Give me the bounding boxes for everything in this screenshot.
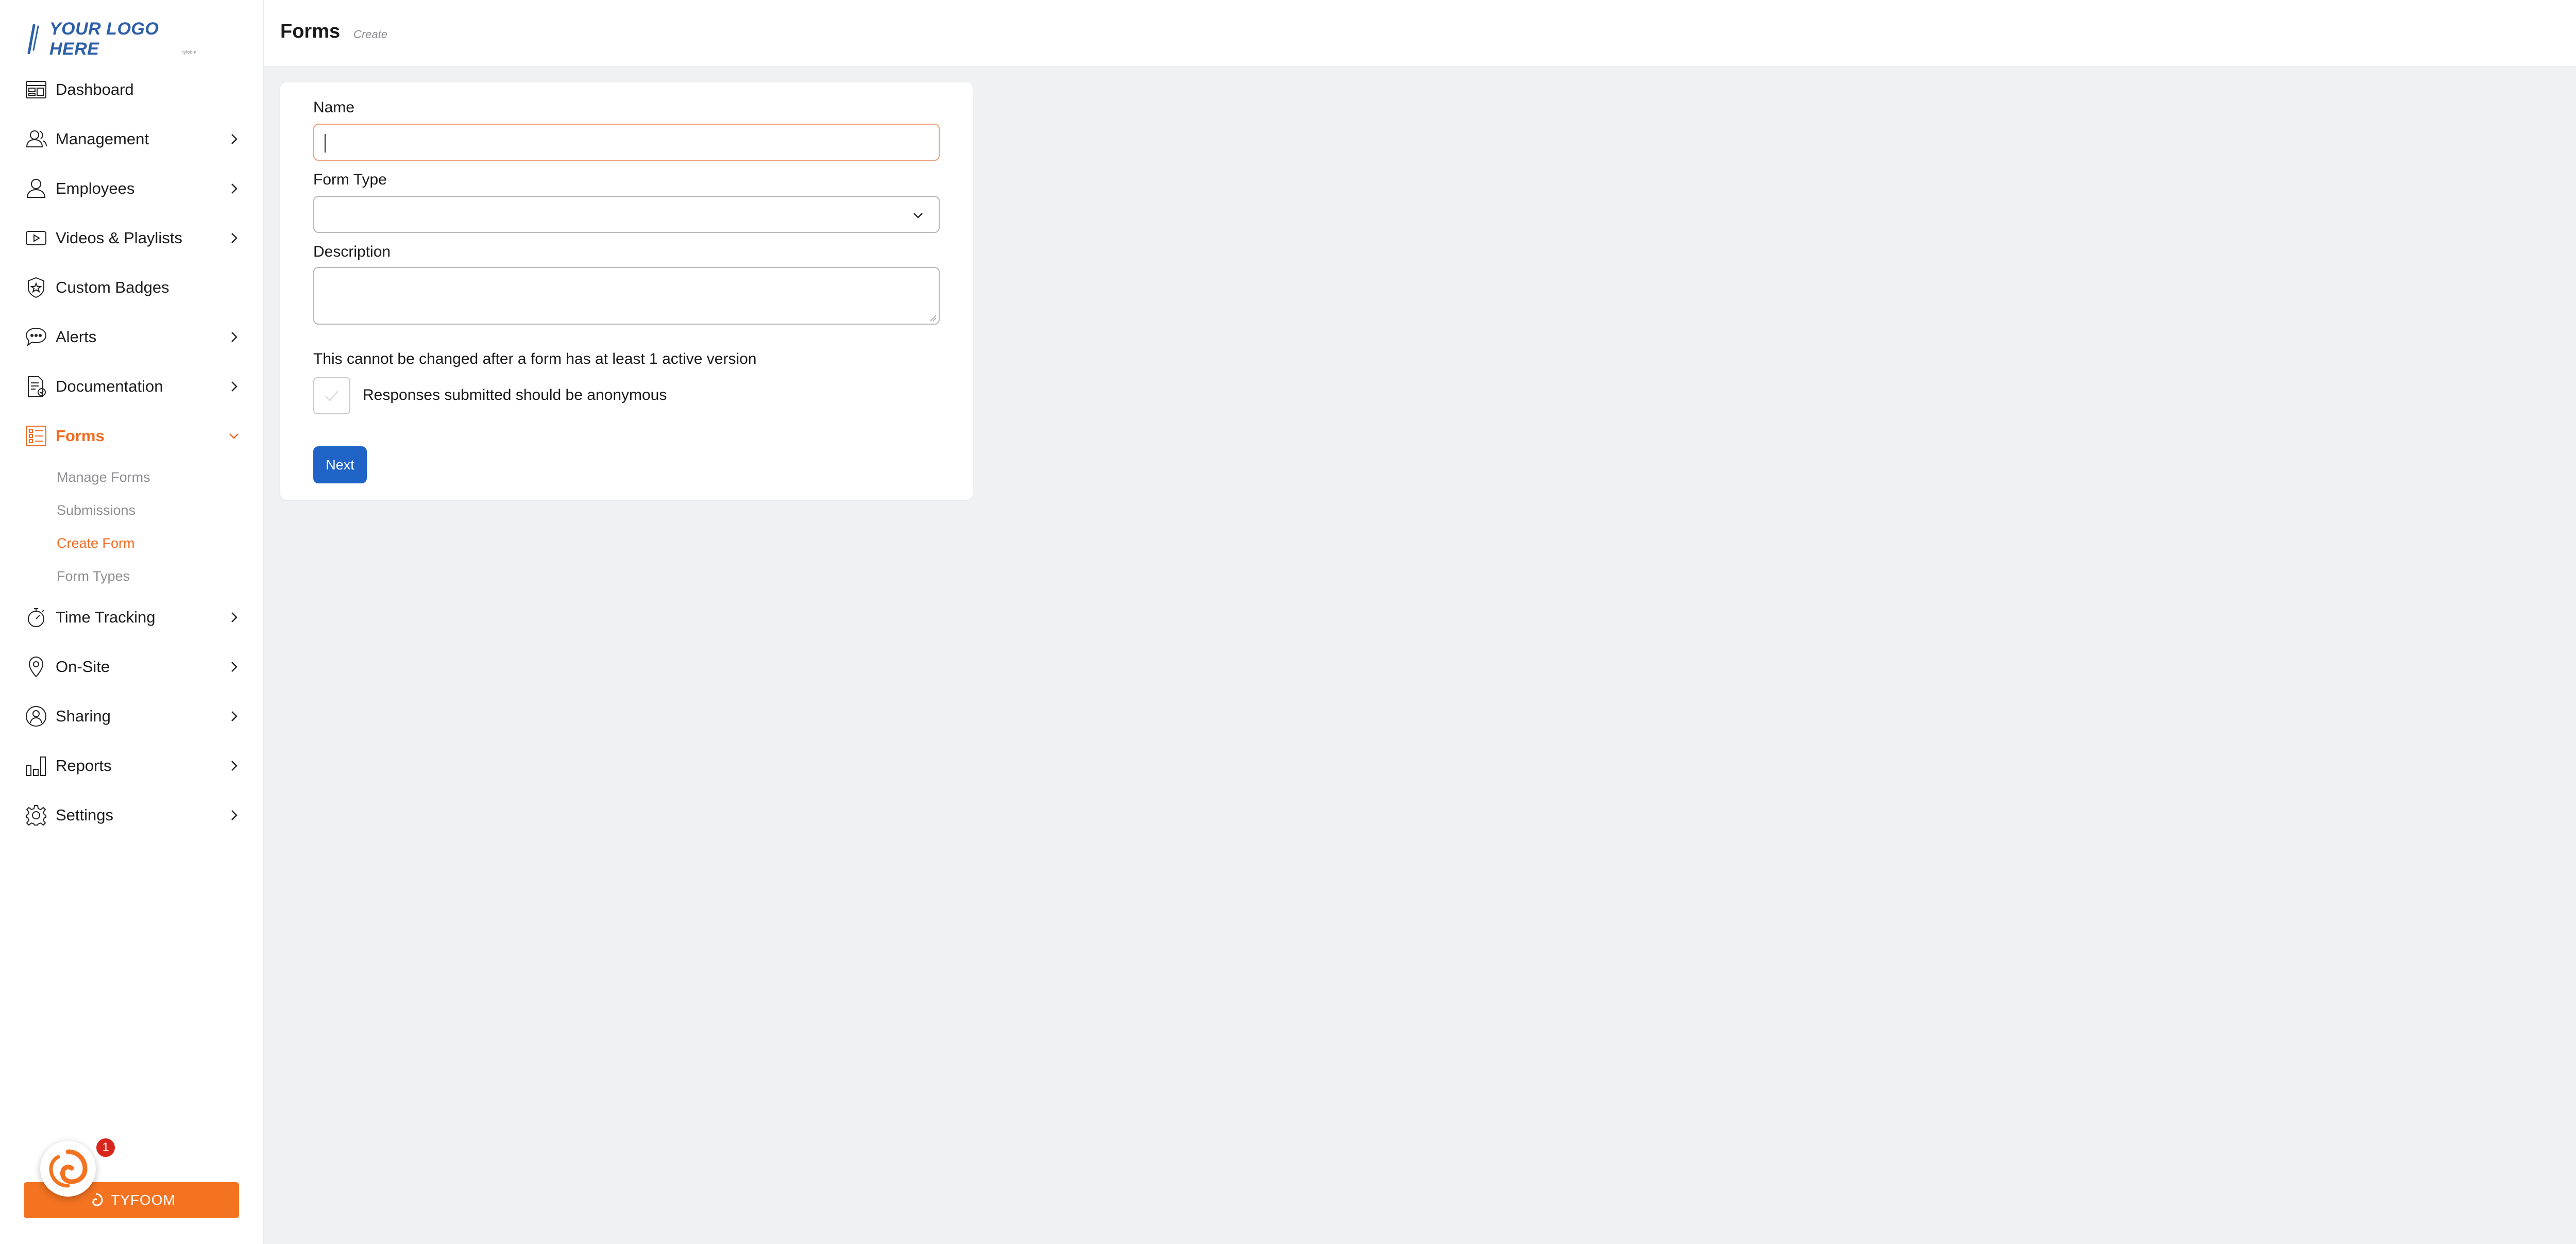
tyfoom-chat-bubble[interactable]: 1 bbox=[40, 1137, 116, 1197]
sidebar-item-label: Employees bbox=[56, 179, 135, 197]
page-title: Forms bbox=[280, 21, 341, 42]
sidebar-item-employees[interactable]: Employees bbox=[0, 164, 264, 213]
text-caret bbox=[325, 134, 326, 153]
tyfoom-logo-icon bbox=[92, 1193, 103, 1206]
resize-handle-icon[interactable] bbox=[928, 313, 937, 322]
share-user-icon bbox=[24, 704, 48, 729]
sidebar-item-sharing[interactable]: Sharing bbox=[0, 692, 264, 741]
chevron-right-icon bbox=[231, 332, 238, 342]
sidebar-item-management[interactable]: Management bbox=[0, 114, 264, 164]
subnav-item-create-form[interactable]: Create Form bbox=[57, 527, 264, 560]
tyfoom-widget: TYFOOM 1 bbox=[24, 1137, 240, 1218]
form-type-label: Form Type bbox=[313, 171, 387, 188]
sidebar-item-label: Time Tracking bbox=[56, 608, 156, 626]
subnav-item-manage-forms[interactable]: Manage Forms bbox=[57, 461, 264, 494]
sidebar-item-custom-badges[interactable]: Custom Badges bbox=[0, 263, 264, 312]
page-subtitle: Create bbox=[353, 28, 388, 41]
bar-chart-icon bbox=[24, 753, 48, 778]
location-pin-icon bbox=[24, 654, 48, 679]
anonymous-checkbox-label: Responses submitted should be anonymous bbox=[363, 386, 667, 404]
chevron-right-icon bbox=[231, 662, 238, 672]
sidebar-item-label: Sharing bbox=[56, 707, 111, 725]
anonymous-note: This cannot be changed after a form has … bbox=[313, 350, 757, 367]
sidebar-item-alerts[interactable]: Alerts bbox=[0, 312, 264, 362]
next-button[interactable]: Next bbox=[313, 446, 367, 483]
sidebar-item-on-site[interactable]: On-Site bbox=[0, 642, 264, 692]
logo-subtext: tyfoom bbox=[182, 49, 197, 55]
sidebar-item-settings[interactable]: Settings bbox=[0, 791, 264, 840]
sidebar-nav: Dashboard Management Employees Videos & … bbox=[0, 65, 264, 840]
anonymous-checkbox[interactable] bbox=[313, 377, 350, 414]
name-label: Name bbox=[313, 99, 355, 116]
chevron-right-icon bbox=[231, 381, 238, 392]
sidebar-item-label: Documentation bbox=[56, 377, 163, 395]
chat-bubble-icon bbox=[24, 325, 48, 349]
chevron-down-icon bbox=[229, 433, 239, 439]
form-type-select[interactable] bbox=[313, 196, 940, 233]
page-header: Forms Create bbox=[264, 0, 2576, 66]
logo[interactable]: YOUR LOGO HERE tyfoom bbox=[26, 19, 211, 60]
gear-icon bbox=[24, 803, 48, 828]
sidebar-item-label: On-Site bbox=[56, 658, 110, 676]
tyfoom-swirl-icon bbox=[49, 1149, 88, 1188]
subnav-item-form-types[interactable]: Form Types bbox=[57, 560, 264, 593]
user-icon bbox=[24, 176, 48, 201]
sidebar-item-videos-playlists[interactable]: Videos & Playlists bbox=[0, 213, 264, 263]
chevron-right-icon bbox=[231, 134, 238, 144]
video-icon bbox=[24, 226, 48, 250]
sidebar-item-forms[interactable]: Forms bbox=[0, 411, 264, 461]
dashboard-icon bbox=[24, 77, 48, 102]
subnav-item-submissions[interactable]: Submissions bbox=[57, 494, 264, 527]
sidebar-item-label: Management bbox=[56, 130, 149, 148]
users-icon bbox=[24, 127, 48, 152]
chevron-right-icon bbox=[231, 233, 238, 243]
sidebar-item-reports[interactable]: Reports bbox=[0, 741, 264, 791]
sidebar: YOUR LOGO HERE tyfoom Dashboard Manageme… bbox=[0, 0, 264, 1244]
forms-submenu: Manage Forms Submissions Create Form For… bbox=[0, 461, 264, 593]
badge-icon bbox=[24, 275, 48, 300]
sidebar-item-label: Reports bbox=[56, 757, 112, 775]
description-textarea[interactable] bbox=[313, 267, 940, 325]
sidebar-item-dashboard[interactable]: Dashboard bbox=[0, 65, 264, 114]
chevron-right-icon bbox=[231, 761, 238, 771]
sidebar-item-label: Alerts bbox=[56, 328, 97, 346]
sidebar-item-label: Dashboard bbox=[56, 80, 134, 98]
notification-badge: 1 bbox=[95, 1137, 116, 1158]
sidebar-item-documentation[interactable]: Documentation bbox=[0, 362, 264, 411]
document-icon bbox=[24, 374, 48, 399]
create-form-card: Name Form Type Description This cannot b… bbox=[280, 82, 973, 500]
logo-mark-icon bbox=[26, 24, 41, 55]
chevron-right-icon bbox=[231, 711, 238, 721]
chevron-down-icon bbox=[913, 213, 923, 218]
chevron-right-icon bbox=[231, 612, 238, 623]
sidebar-item-label: Forms bbox=[56, 427, 105, 445]
chevron-right-icon bbox=[231, 183, 238, 194]
chevron-right-icon bbox=[231, 810, 238, 820]
checkmark-icon bbox=[325, 391, 339, 402]
sidebar-item-label: Videos & Playlists bbox=[56, 229, 182, 247]
sidebar-item-label: Custom Badges bbox=[56, 278, 170, 296]
tyfoom-button-label: TYFOOM bbox=[111, 1192, 176, 1208]
sidebar-item-label: Settings bbox=[56, 806, 114, 824]
sidebar-item-time-tracking[interactable]: Time Tracking bbox=[0, 593, 264, 642]
description-label: Description bbox=[313, 243, 391, 260]
stopwatch-icon bbox=[24, 605, 48, 630]
form-list-icon bbox=[24, 424, 48, 448]
name-input[interactable] bbox=[313, 124, 940, 161]
